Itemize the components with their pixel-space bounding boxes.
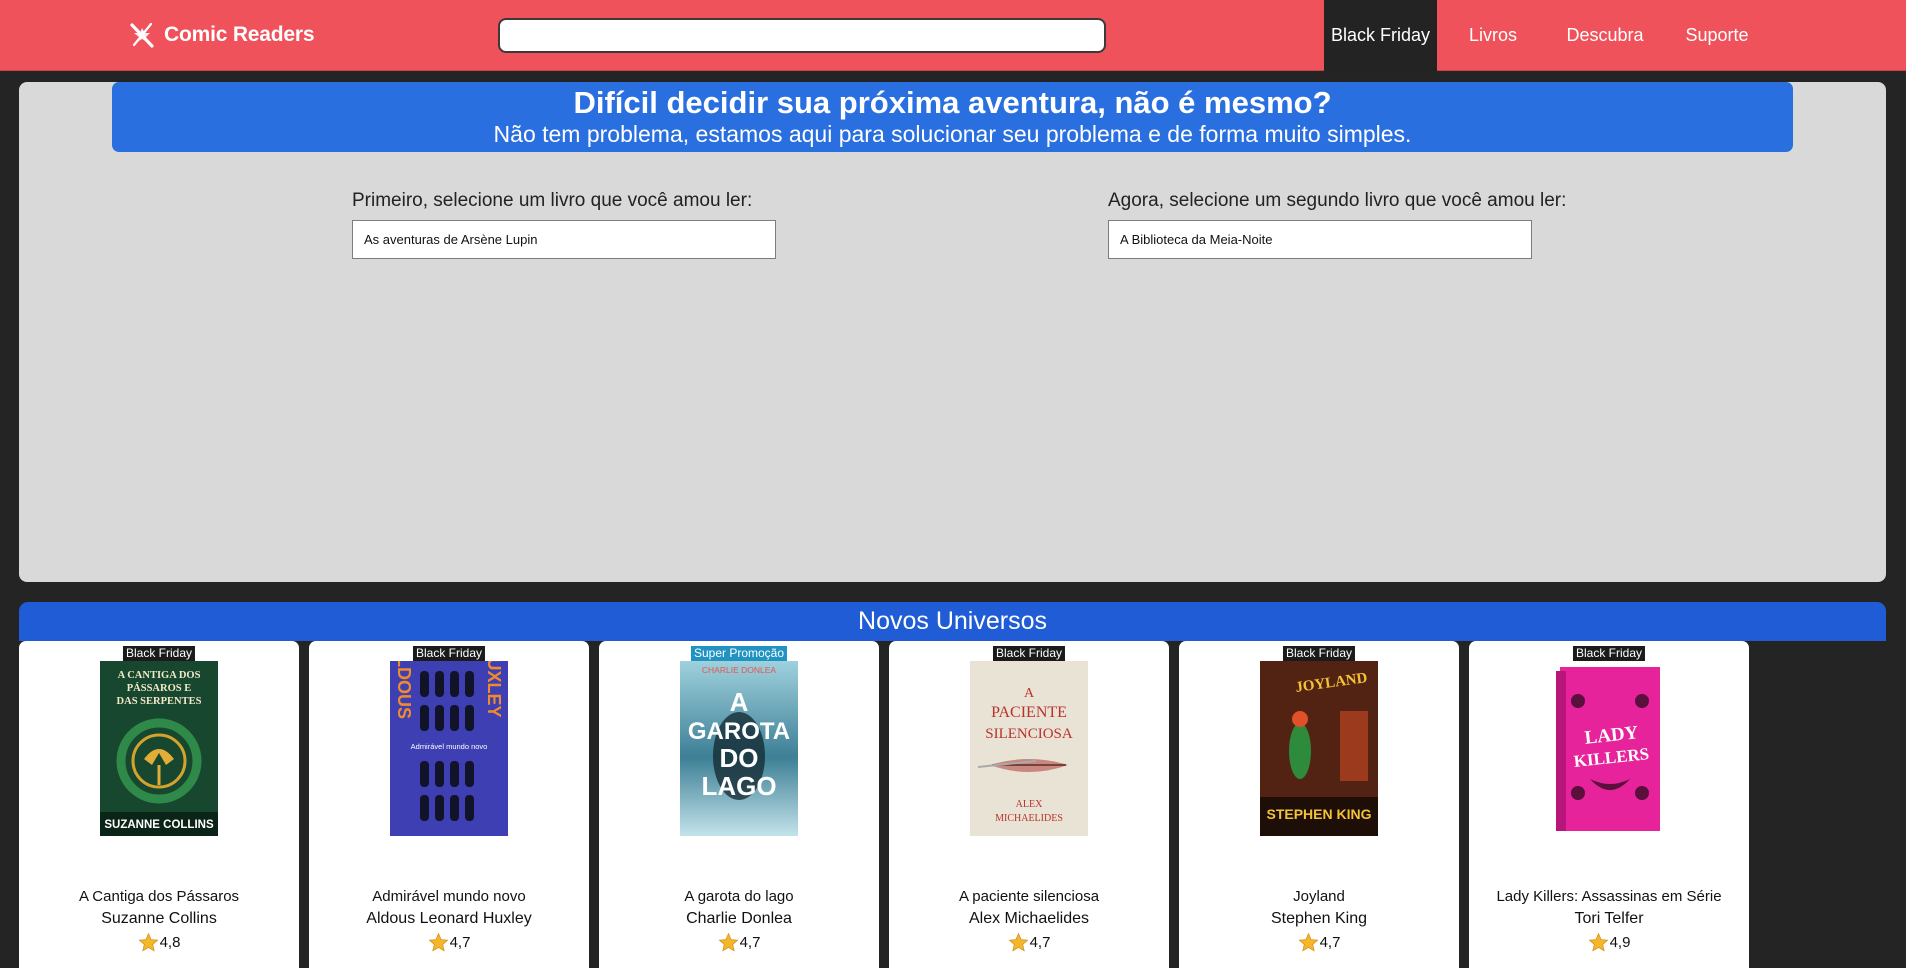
cover-art: JOYLAND STEPHEN KING [1260, 661, 1378, 836]
svg-text:HUXLEY: HUXLEY [484, 661, 504, 718]
book-picker-1: Primeiro, selecione um livro que você am… [352, 190, 776, 259]
book-title[interactable]: A paciente silenciosa [889, 888, 1169, 906]
svg-text:SILENCIOSA: SILENCIOSA [985, 726, 1073, 742]
book-cover[interactable]: CHARLIE DONLEA A GAROTA DO LAGO [680, 661, 798, 836]
svg-text:DO: DO [720, 743, 759, 773]
book-author: Stephen King [1270, 910, 1368, 927]
black-friday-badge: Black Friday [412, 646, 486, 661]
book-rating: 4,7 [599, 932, 879, 953]
rating-value: 4,8 [159, 934, 181, 951]
cover-art: ALDOUS HUXLEY Admirável mundo novo [390, 661, 508, 836]
hero-title: Difícil decidir sua próxima aventura, nã… [573, 85, 1332, 120]
super-promocao-badge: Super Promoção [690, 646, 788, 661]
logo-icon [130, 22, 154, 48]
book-rating: 4,7 [309, 932, 589, 953]
top-navbar: Comic Readers Black Friday Livros Descub… [0, 0, 1906, 71]
book-card[interactable]: Black Friday ALDOUS HUXLEY Admirável mun… [309, 641, 589, 968]
nav-descubra[interactable]: Descubra [1549, 0, 1661, 71]
main-nav: Black Friday Livros Descubra Suporte [1324, 0, 1773, 71]
brand-name: Comic Readers [164, 23, 315, 46]
svg-text:PACIENTE: PACIENTE [991, 704, 1067, 721]
svg-text:SUZANNE COLLINS: SUZANNE COLLINS [104, 819, 214, 831]
book-cover[interactable]: LADY KILLERS [1550, 661, 1668, 836]
book-rating: 4,7 [1179, 932, 1459, 953]
book-author: Alex Michaelides [968, 910, 1090, 927]
book-author: Suzanne Collins [101, 910, 217, 927]
book-cover[interactable]: A PACIENTE SILENCIOSA ALEX MICHAELIDES [970, 661, 1088, 836]
book-title[interactable]: A garota do lago [599, 888, 879, 906]
svg-text:ALEX: ALEX [1016, 799, 1043, 810]
book-author: Tori Telfer [1574, 910, 1644, 927]
book-card[interactable]: Black Friday A CANTIGA DOS PÁSSAROS E DA… [19, 641, 299, 968]
black-friday-badge: Black Friday [1572, 646, 1646, 661]
svg-text:DAS SERPENTES: DAS SERPENTES [117, 696, 202, 707]
book-picker-2: Agora, selecione um segundo livro que vo… [1108, 190, 1567, 259]
rating-value: 4,7 [1319, 934, 1341, 951]
search-input[interactable] [498, 18, 1106, 53]
svg-text:A CANTIGA DOS: A CANTIGA DOS [118, 670, 201, 681]
star-icon [1008, 932, 1029, 952]
recommendation-panel: Difícil decidir sua próxima aventura, nã… [19, 82, 1886, 582]
book-picker-1-field[interactable]: As aventuras de Arsène Lupin [352, 220, 776, 259]
svg-text:MICHAELIDES: MICHAELIDES [995, 813, 1063, 824]
svg-text:CHARLIE DONLEA: CHARLIE DONLEA [702, 665, 776, 675]
svg-text:A: A [1024, 686, 1035, 701]
rating-value: 4,9 [1609, 934, 1631, 951]
svg-text:GAROTA: GAROTA [688, 718, 790, 745]
book-author: Aldous Leonard Huxley [366, 910, 532, 927]
black-friday-badge: Black Friday [992, 646, 1066, 661]
book-card[interactable]: Black Friday LADY KILLERS Lady Killers: … [1469, 641, 1749, 968]
black-friday-badge: Black Friday [122, 646, 196, 661]
book-author: Charlie Donlea [686, 910, 792, 927]
rating-value: 4,7 [739, 934, 761, 951]
svg-text:Admirável mundo novo: Admirável mundo novo [411, 742, 488, 751]
book-cover[interactable]: JOYLAND STEPHEN KING [1260, 661, 1378, 836]
svg-text:ALDOUS: ALDOUS [394, 661, 414, 719]
book-picker-2-field[interactable]: A Biblioteca da Meia-Noite [1108, 220, 1532, 259]
section-heading: Novos Universos [19, 602, 1886, 641]
black-friday-badge: Black Friday [1282, 646, 1356, 661]
book-picker-2-label: Agora, selecione um segundo livro que vo… [1108, 190, 1567, 211]
book-cover[interactable]: A CANTIGA DOS PÁSSAROS E DAS SERPENTES S… [100, 661, 218, 836]
nav-livros[interactable]: Livros [1437, 0, 1549, 71]
book-rating: 4,9 [1469, 932, 1749, 953]
star-icon [138, 932, 159, 952]
rating-value: 4,7 [1029, 934, 1051, 951]
book-card[interactable]: Black Friday JOYLAND STEPHEN KING Joylan… [1179, 641, 1459, 968]
hero-banner: Difícil decidir sua próxima aventura, nã… [112, 82, 1793, 152]
svg-text:LAGO: LAGO [701, 771, 776, 801]
book-cover[interactable]: ALDOUS HUXLEY Admirável mundo novo [390, 661, 508, 836]
star-icon [428, 932, 449, 952]
book-title[interactable]: Joyland [1179, 888, 1459, 906]
svg-text:PÁSSAROS E: PÁSSAROS E [127, 682, 191, 694]
star-icon [718, 932, 739, 952]
svg-text:STEPHEN KING: STEPHEN KING [1266, 806, 1371, 822]
book-title[interactable]: Lady Killers: Assassinas em Série [1469, 888, 1749, 906]
cover-art: LADY KILLERS [1550, 661, 1668, 836]
book-carousel: Black Friday A CANTIGA DOS PÁSSAROS E DA… [19, 641, 1749, 968]
book-picker-1-label: Primeiro, selecione um livro que você am… [352, 190, 753, 211]
nav-black-friday[interactable]: Black Friday [1324, 0, 1437, 71]
book-rating: 4,8 [19, 932, 299, 953]
cover-art: A CANTIGA DOS PÁSSAROS E DAS SERPENTES S… [100, 661, 218, 836]
book-card[interactable]: Super Promoção CHARLIE DONLEA A GAROTA D… [599, 641, 879, 968]
cover-art: CHARLIE DONLEA A GAROTA DO LAGO [680, 661, 798, 836]
hero-subtitle: Não tem problema, estamos aqui para solu… [493, 121, 1412, 147]
svg-text:A: A [730, 687, 749, 717]
book-title[interactable]: A Cantiga dos Pássaros [19, 888, 299, 906]
rating-value: 4,7 [449, 934, 471, 951]
star-icon [1298, 932, 1319, 952]
nav-suporte[interactable]: Suporte [1661, 0, 1773, 71]
brand[interactable]: Comic Readers [129, 20, 314, 50]
star-icon [1588, 932, 1609, 952]
book-card[interactable]: Black Friday A PACIENTE SILENCIOSA ALEX … [889, 641, 1169, 968]
book-rating: 4,7 [889, 932, 1169, 953]
book-title[interactable]: Admirável mundo novo [309, 888, 589, 906]
cover-art: A PACIENTE SILENCIOSA ALEX MICHAELIDES [970, 661, 1088, 836]
